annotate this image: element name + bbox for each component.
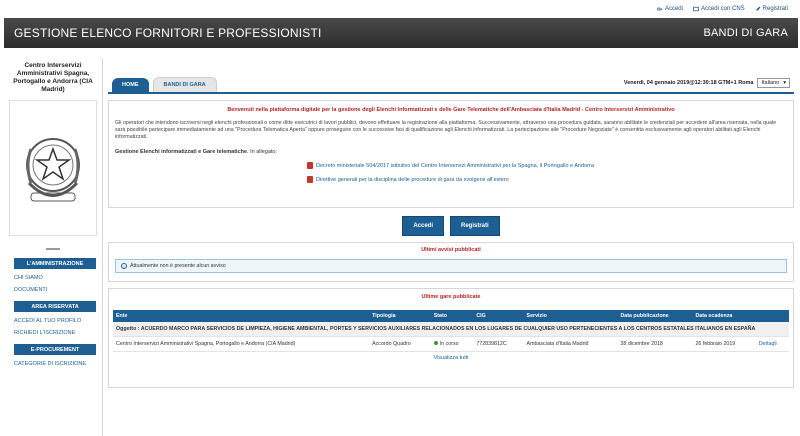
topbar-link-label: Registrati xyxy=(762,6,788,12)
chevron-down-icon: ▾ xyxy=(783,80,786,86)
document-link-decreto[interactable]: Decreto ministeriale 504/2017 istitutivo… xyxy=(307,162,787,169)
topbar-link-label: Accedi con CNS xyxy=(700,6,745,12)
column-header: Data scadenza xyxy=(692,310,756,322)
topbar-link-registrati[interactable]: Registrati xyxy=(755,6,788,12)
table-row: Centro Interservizi Amministrativi Spagn… xyxy=(113,336,789,352)
language-selected: Italiano xyxy=(761,80,780,86)
column-header: Data pubblicazione xyxy=(617,310,693,322)
auth-buttons: Accedi Registrati xyxy=(108,216,794,236)
sidebar-item-categorie[interactable]: CATEGORIE DI ISCRIZIONE xyxy=(14,361,102,367)
topbar-link-label: Accedi xyxy=(664,6,683,12)
card-icon xyxy=(693,6,699,12)
document-link-direttive[interactable]: Direttive generali per la disciplina del… xyxy=(307,176,787,183)
top-link-bar: Accedi Accedi con CNS Registrati xyxy=(0,0,800,18)
cell-tipologia: Accordo Quadro xyxy=(369,336,431,352)
topbar-link-cns[interactable]: Accedi con CNS xyxy=(693,6,745,12)
details-link[interactable]: Dettagli xyxy=(759,341,777,347)
language-select[interactable]: Italiano ▾ xyxy=(757,78,790,88)
table-header-row: Ente Tipologia Stato CIG Servizio Data p… xyxy=(113,310,789,322)
cell-servizio: Ambasciata d'Italia Madrid xyxy=(523,336,618,352)
register-button[interactable]: Registrati xyxy=(450,216,500,236)
republic-emblem xyxy=(9,100,97,236)
pdf-icon xyxy=(307,176,313,183)
sidebar-section-e-procurement: E-PROCUREMENT CATEGORIE DI ISCRIZIONE xyxy=(4,344,102,367)
gestione-line: Gestione Elenchi informatizzati e Gare t… xyxy=(115,149,787,155)
column-header: CIG xyxy=(473,310,524,322)
sidebar-item-accedi-profilo[interactable]: ACCEDI AL TUO PROFILO xyxy=(14,318,102,324)
sidebar-item-richiedi-iscrizione[interactable]: RICHIEDI L'ISCRIZIONE xyxy=(14,330,102,336)
main-content: HOME BANDI DI GARA Venerdì, 04 gennaio 2… xyxy=(108,76,794,388)
gestione-bold: Gestione Elenchi informatizzati e Gare t… xyxy=(115,149,248,155)
gare-title: Ultime gare pubblicate xyxy=(421,294,481,300)
table-row-oggetto: Oggetto : ACUERDO MARCO PARA SERVICIOS D… xyxy=(113,322,789,337)
document-label: Direttive generali per la disciplina del… xyxy=(316,176,509,183)
gare-table: Ente Tipologia Stato CIG Servizio Data p… xyxy=(113,310,789,352)
sidebar-section-heading: E-PROCUREMENT xyxy=(14,344,96,355)
gare-panel: Ultime gare pubblicate Ente Tipologia St… xyxy=(108,288,794,388)
avvisi-title: Ultimi avvisi pubblicati xyxy=(421,247,481,253)
pencil-icon xyxy=(755,6,761,11)
header-section-title: BANDI DI GARA xyxy=(703,27,788,39)
avvisi-message-box: i Attualmente non è presente alcun avvis… xyxy=(115,259,787,273)
avvisi-message: Attualmente non è presente alcun avviso xyxy=(130,263,226,269)
welcome-text: Gli operatori che intendono iscriversi n… xyxy=(115,120,777,140)
status-label: In corso xyxy=(439,341,459,347)
divider xyxy=(46,248,60,250)
welcome-title: Benvenuti nella piattaforma digitale per… xyxy=(227,107,675,113)
column-header: Tipologia xyxy=(369,310,431,322)
date-language-box: Venerdì, 04 gennaio 2019@12:30:18 GTM+1 … xyxy=(624,78,790,88)
sidebar-section-amministrazione: L'AMMINISTRAZIONE CHI SIAMO DOCUMENTI xyxy=(4,258,102,293)
login-button[interactable]: Accedi xyxy=(402,216,444,236)
key-icon xyxy=(657,7,663,11)
cell-ente: Centro Interservizi Amministrativi Spagn… xyxy=(113,336,370,352)
sidebar-section-area-riservata: AREA RISERVATA ACCEDI AL TUO PROFILO RIC… xyxy=(4,301,102,336)
document-label: Decreto ministeriale 504/2017 istitutivo… xyxy=(316,162,594,169)
organization-name: Centro Interservizi Amministrativi Spagn… xyxy=(13,62,93,93)
column-header: Stato xyxy=(430,310,474,322)
cell-details: Dettagli xyxy=(755,336,789,352)
tab-home[interactable]: HOME xyxy=(112,78,149,92)
sidebar-item-documenti[interactable]: DOCUMENTI xyxy=(14,287,102,293)
welcome-panel: Benvenuti nella piattaforma digitale per… xyxy=(108,100,794,208)
tab-bar: HOME BANDI DI GARA Venerdì, 04 gennaio 2… xyxy=(108,76,794,94)
cell-stato: In corso xyxy=(430,336,474,352)
app-title: GESTIONE ELENCO FORNITORI E PROFESSIONIS… xyxy=(14,26,322,40)
emblem-icon xyxy=(26,138,80,202)
pdf-icon xyxy=(307,162,313,169)
cell-scadenza: 26 febbraio 2019 xyxy=(692,336,756,352)
column-header: Servizio xyxy=(523,310,618,322)
app-header: GESTIONE ELENCO FORNITORI E PROFESSIONIS… xyxy=(4,18,798,48)
topbar-link-accedi[interactable]: Accedi xyxy=(657,6,683,12)
current-datetime: Venerdì, 04 gennaio 2019@12:30:18 GTM+1 … xyxy=(623,80,754,86)
info-icon: i xyxy=(121,263,127,269)
oggetto-text: Oggetto : ACUERDO MARCO PARA SERVICIOS D… xyxy=(113,322,789,337)
sidebar-section-heading: AREA RISERVATA xyxy=(14,301,96,312)
column-header xyxy=(755,310,789,322)
tab-bandi-di-gara[interactable]: BANDI DI GARA xyxy=(152,77,217,92)
sidebar: Centro Interservizi Amministrativi Spagn… xyxy=(4,58,103,436)
column-header: Ente xyxy=(113,310,370,322)
sidebar-section-heading: L'AMMINISTRAZIONE xyxy=(14,258,96,269)
gestione-rest: . In allegato: xyxy=(247,149,278,155)
avvisi-panel: Ultimi avvisi pubblicati i Attualmente n… xyxy=(108,242,794,282)
status-dot-icon xyxy=(433,341,438,345)
view-all-link[interactable]: Visualizza tutti xyxy=(113,355,789,361)
cell-pubblicazione: 28 dicembre 2018 xyxy=(617,336,693,352)
cell-cig: 772839812C xyxy=(473,336,524,352)
sidebar-item-chi-siamo[interactable]: CHI SIAMO xyxy=(14,275,102,281)
